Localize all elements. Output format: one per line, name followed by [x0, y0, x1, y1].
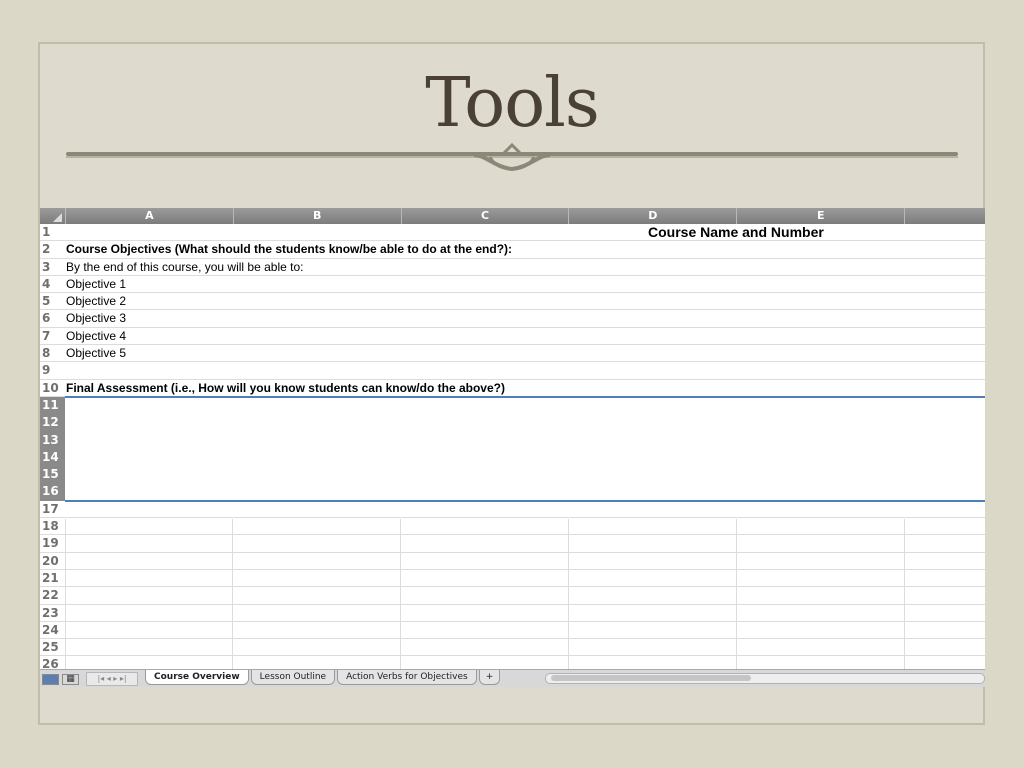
table-row: 14	[40, 448, 985, 467]
title-divider-ornament	[66, 143, 958, 172]
cell-text[interactable]: Final Assessment (i.e., How will you kno…	[66, 380, 505, 397]
table-row: 6 Objective 3	[40, 310, 985, 328]
tab-course-overview[interactable]: Course Overview	[145, 670, 249, 685]
cell-text[interactable]: Objective 3	[66, 310, 126, 327]
select-all-corner[interactable]	[40, 208, 66, 224]
sheet-rows: 1 Course Name and Number 2 Course Objective…	[40, 224, 985, 674]
row-header[interactable]: 24	[40, 621, 65, 639]
spreadsheet: A B C D E 1 Course Name and Number 2 Course…	[40, 208, 985, 686]
column-header-a[interactable]: A	[66, 208, 234, 224]
column-header-d[interactable]: D	[569, 208, 738, 224]
column-header-bar: A B C D E	[40, 208, 985, 224]
column-header-b[interactable]: B	[234, 208, 402, 224]
row-header[interactable]: 7	[40, 327, 65, 345]
row-header[interactable]: 18	[40, 518, 65, 535]
slide-title: Tools	[425, 64, 600, 143]
row-header[interactable]: 19	[40, 535, 65, 552]
grid-line	[736, 518, 737, 686]
row-header[interactable]: 5	[40, 293, 65, 310]
table-row: 23	[40, 604, 985, 622]
table-row: 5 Objective 2	[40, 293, 985, 311]
table-row: 17	[40, 500, 985, 519]
row-header[interactable]: 15	[40, 466, 65, 484]
page-layout-view-icon[interactable]: ▦	[62, 674, 79, 685]
table-row: 20	[40, 552, 985, 570]
table-row: 15	[40, 466, 985, 484]
add-sheet-button[interactable]: +	[478, 670, 501, 685]
row-header[interactable]: 21	[40, 569, 65, 587]
table-row: 13	[40, 431, 985, 449]
grid-line	[65, 518, 66, 686]
row-header[interactable]: 23	[40, 604, 65, 621]
table-row: 2 Course Objectives (What should the stud…	[40, 241, 985, 259]
normal-view-icon[interactable]	[42, 674, 59, 685]
column-header-c[interactable]: C	[402, 208, 570, 224]
row-header[interactable]: 17	[40, 500, 65, 518]
table-row: 3 By the end of this course, you will be …	[40, 258, 985, 276]
grid-line	[904, 518, 905, 686]
row-header[interactable]: 14	[40, 448, 65, 467]
row-header[interactable]: 4	[40, 275, 65, 293]
row-header[interactable]: 1	[40, 224, 65, 241]
row-header[interactable]: 12	[40, 414, 65, 432]
cell-text[interactable]: Objective 1	[66, 276, 126, 293]
table-row: 18	[40, 518, 985, 536]
tab-action-verbs[interactable]: Action Verbs for Objectives	[337, 670, 477, 685]
table-row: 8 Objective 5	[40, 345, 985, 363]
table-row: 19	[40, 535, 985, 553]
horizontal-scroll-thumb[interactable]	[551, 675, 751, 681]
cell-text[interactable]: Objective 4	[66, 328, 126, 345]
merged-range-border	[65, 499, 985, 502]
table-row: 22	[40, 587, 985, 605]
table-row: 16	[40, 483, 985, 501]
row-header[interactable]: 6	[40, 310, 65, 327]
row-header[interactable]: 13	[40, 431, 65, 449]
view-buttons: ▦	[40, 674, 84, 687]
cell-text[interactable]: By the end of this course, you will be a…	[66, 259, 303, 276]
table-row: 7 Objective 4	[40, 327, 985, 346]
grid-line	[400, 518, 401, 686]
cell-text[interactable]: Course Name and Number	[648, 224, 824, 241]
row-header[interactable]: 25	[40, 639, 65, 656]
row-header[interactable]: 3	[40, 258, 65, 275]
sheet-nav-arrows[interactable]: |◂ ◂ ▸ ▸|	[86, 672, 138, 686]
table-row: 11	[40, 396, 985, 415]
row-header[interactable]: 9	[40, 362, 65, 379]
column-header-f[interactable]	[905, 208, 985, 224]
cell-text[interactable]: Objective 2	[66, 293, 126, 310]
table-row: 4 Objective 1	[40, 275, 985, 294]
table-row: 25	[40, 639, 985, 657]
table-row: 24	[40, 621, 985, 640]
row-header[interactable]: 8	[40, 345, 65, 362]
table-row: 1 Course Name and Number	[40, 224, 985, 242]
row-header[interactable]: 2	[40, 241, 65, 258]
table-row: 21	[40, 569, 985, 588]
table-row: 12	[40, 414, 985, 432]
horizontal-scrollbar[interactable]	[545, 673, 985, 684]
cell-text[interactable]: Objective 5	[66, 345, 126, 362]
row-header[interactable]: 22	[40, 587, 65, 604]
table-row: 9	[40, 362, 985, 380]
sheet-tabs: Course Overview Lesson Outline Action Ve…	[145, 670, 502, 686]
table-row: 10 Final Assessment (i.e., How will you k…	[40, 379, 985, 397]
row-header[interactable]: 11	[40, 396, 65, 415]
row-header[interactable]: 20	[40, 552, 65, 569]
tab-lesson-outline[interactable]: Lesson Outline	[250, 670, 336, 685]
merged-range-border	[65, 396, 985, 398]
grid-line	[568, 518, 569, 686]
grid-line	[232, 518, 233, 686]
cell-text[interactable]: Course Objectives (What should the stude…	[66, 241, 512, 258]
row-header[interactable]: 10	[40, 379, 65, 396]
column-header-e[interactable]: E	[737, 208, 906, 224]
row-header[interactable]: 16	[40, 483, 65, 501]
sheet-bottom-bar: ▦ |◂ ◂ ▸ ▸| Course Overview Lesson Outli…	[40, 669, 985, 687]
